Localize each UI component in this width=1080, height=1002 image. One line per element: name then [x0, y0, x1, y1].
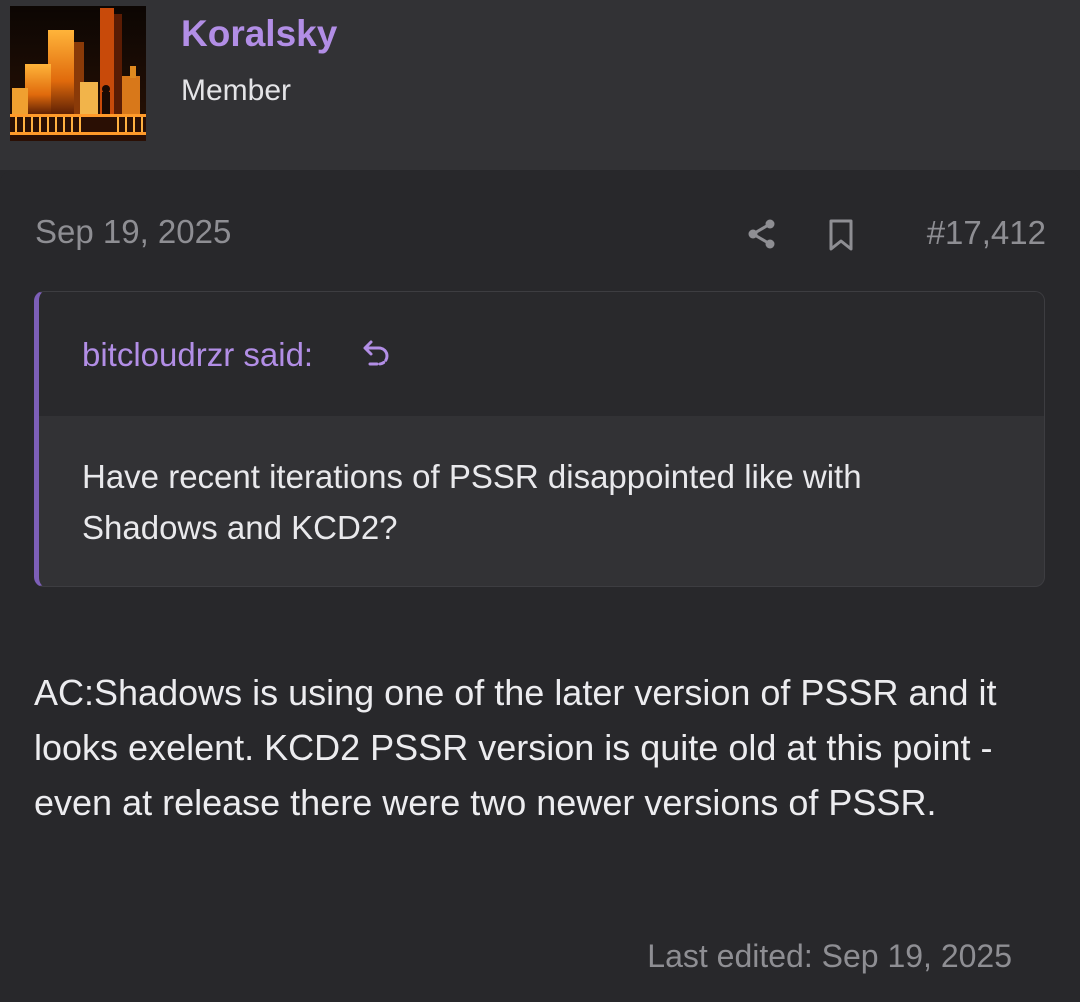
post-message: AC:Shadows is using one of the later ver…: [34, 672, 997, 823]
quote-jump-button[interactable]: [361, 338, 393, 370]
bookmark-icon: [829, 219, 853, 251]
quote-text: Have recent iterations of PSSR disappoin…: [82, 458, 862, 546]
quote-header: bitcloudrzr said:: [39, 292, 1044, 416]
arrow-up-left-icon: [363, 340, 389, 366]
bookmark-button[interactable]: [826, 218, 856, 252]
share-button[interactable]: [745, 217, 779, 251]
avatar-image: [10, 6, 146, 141]
quote-block: bitcloudrzr said: Have recent iterations…: [34, 291, 1045, 587]
quote-author-link[interactable]: bitcloudrzr said:: [82, 335, 313, 375]
post-date[interactable]: Sep 19, 2025: [35, 212, 231, 252]
post-number-link[interactable]: #17,412: [927, 213, 1046, 253]
post-user-header: Koralsky Member: [0, 0, 1080, 170]
share-icon: [748, 219, 775, 249]
avatar[interactable]: [10, 6, 146, 141]
post-card: Sep 19, 2025 #17,412 bitcloudrzr said: H…: [0, 171, 1080, 1002]
forum-post-page: Koralsky Member Sep 19, 2025 #17,412 bit…: [0, 0, 1080, 1002]
user-title: Member: [181, 74, 292, 107]
username[interactable]: Koralsky: [181, 12, 337, 56]
last-edited-info: Last edited: Sep 19, 2025: [647, 938, 1012, 974]
